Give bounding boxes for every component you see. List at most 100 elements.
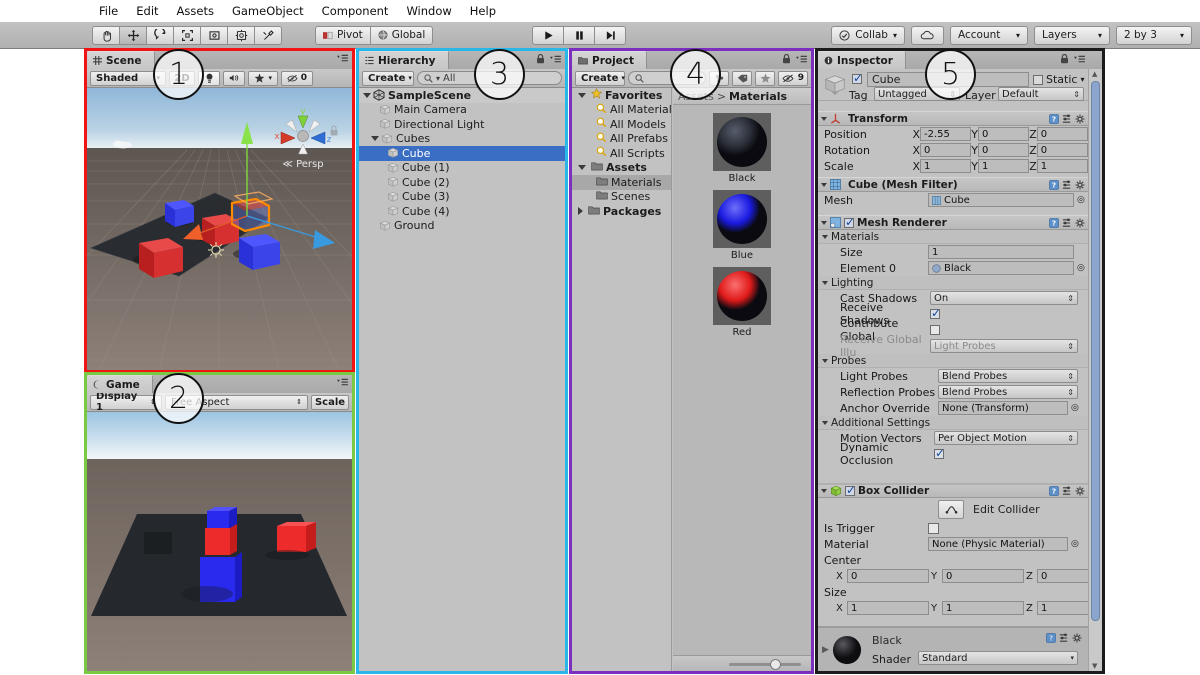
scale-tool-button[interactable] — [173, 25, 201, 45]
project-tree-item-scenes[interactable]: Scenes — [572, 190, 671, 205]
lighting-foldout-icon[interactable] — [822, 280, 828, 285]
asset-item[interactable]: Blue — [673, 190, 811, 261]
hierarchy-item-samplescene[interactable]: SampleScene — [359, 88, 565, 103]
hierarchy-item-cube-2[interactable]: Cube (2) — [359, 175, 565, 190]
material-size-input[interactable]: 1 — [928, 245, 1074, 259]
hierarchy-tree[interactable]: SampleScene Main Camera Directional Light C… — [359, 88, 565, 233]
dynamic-occlusion-checkbox[interactable] — [934, 446, 945, 460]
inspector-scroll-thumb[interactable] — [1091, 81, 1100, 621]
edit-collider-button[interactable] — [938, 499, 964, 519]
static-toggle[interactable]: Static ▾ — [1033, 73, 1084, 86]
anchor-override-picker-icon[interactable]: ◎ — [1071, 403, 1079, 413]
box-collider-component-icons[interactable]: ? — [1049, 486, 1085, 496]
hierarchy-item-directional-light[interactable]: Directional Light — [359, 117, 565, 132]
project-tree-item-assets[interactable]: Assets — [572, 161, 671, 176]
material-preview-icons[interactable]: ? — [1046, 633, 1082, 643]
play-button[interactable] — [532, 25, 564, 45]
scene-view[interactable]: y x z ≪ Persp — [87, 88, 352, 370]
layout-button[interactable]: 2 by 3 ▾ — [1116, 25, 1192, 45]
menu-item-window[interactable]: Window — [397, 0, 460, 22]
reflection-probes-dropdown[interactable]: Blend Probes ⇕ — [938, 385, 1078, 399]
transform-position-y-input[interactable]: 0 — [977, 127, 1030, 141]
tab-hierarchy[interactable]: Hierarchy — [359, 51, 449, 69]
cloud-button[interactable] — [911, 25, 944, 45]
game-view[interactable] — [87, 412, 352, 671]
mesh-renderer-header[interactable]: Mesh Renderer ? — [818, 215, 1088, 230]
inspector-tab-controls[interactable] — [1060, 54, 1086, 64]
transform-tool-button[interactable] — [227, 25, 255, 45]
move-tool-button[interactable] — [119, 25, 147, 45]
project-tree-item-all-prefabs[interactable]: All Prefabs — [572, 132, 671, 147]
cast-shadows-dropdown[interactable]: On ⇕ — [930, 291, 1078, 305]
asset-thumbnail[interactable] — [713, 190, 771, 248]
pivot-button[interactable]: Pivot — [315, 25, 371, 45]
additional-settings-foldout-icon[interactable] — [822, 420, 828, 425]
asset-grid[interactable]: Black Blue Red — [673, 105, 811, 338]
transform-rotation-x-input[interactable]: 0 — [920, 143, 972, 157]
material-element0-picker-icon[interactable]: ◎ — [1077, 263, 1085, 273]
hierarchy-item-ground[interactable]: Ground — [359, 219, 565, 234]
scale-slider[interactable]: Scale — [311, 394, 349, 410]
size-y-input[interactable]: 1 — [942, 601, 1024, 615]
shader-dropdown[interactable]: Standard ▾ — [918, 651, 1078, 665]
menu-item-component[interactable]: Component — [313, 0, 398, 22]
probes-foldout[interactable]: Probes — [818, 354, 1088, 368]
size-x-input[interactable]: 1 — [847, 601, 929, 615]
asset-zoom-slider[interactable] — [673, 655, 811, 671]
project-tree-item-all-scripts[interactable]: All Scripts — [572, 146, 671, 161]
material-preview-foldout-icon[interactable]: ▶ — [822, 645, 829, 655]
rect-tool-button[interactable] — [200, 25, 228, 45]
scene-fx-dropdown[interactable]: ▾ — [248, 70, 278, 86]
project-tree-item-materials[interactable]: Materials — [572, 175, 671, 190]
transform-position-z-input[interactable]: 0 — [1036, 127, 1088, 141]
materials-foldout-icon[interactable] — [822, 234, 828, 239]
lighting-foldout[interactable]: Lighting — [818, 276, 1088, 290]
transform-foldout-icon[interactable] — [821, 116, 827, 121]
scene-hidden-objects[interactable]: 0 — [281, 70, 313, 86]
hierarchy-tab-controls[interactable] — [536, 54, 562, 64]
hierarchy-item-cube-1[interactable]: Cube (1) — [359, 161, 565, 176]
project-tree[interactable]: Favorites All Material All Models All Prefa… — [572, 88, 672, 671]
transform-rotation-z-input[interactable]: 0 — [1036, 143, 1088, 157]
rotate-tool-button[interactable] — [146, 25, 174, 45]
mesh-filter-header[interactable]: Cube (Mesh Filter) ? — [818, 177, 1088, 192]
project-tab-controls[interactable] — [782, 54, 808, 64]
collab-button[interactable]: Collab ▾ — [831, 25, 905, 45]
transform-rows[interactable]: Position X -2.55 Y 0 Z 0 Rotation X 0 Y 0 Z 0 Scale X 1 Y… — [818, 126, 1088, 174]
static-checkbox[interactable] — [1033, 74, 1043, 85]
project-tree-item-favorites[interactable]: Favorites — [572, 88, 671, 103]
menu-item-edit[interactable]: Edit — [127, 0, 167, 22]
asset-item[interactable]: Black — [673, 113, 811, 184]
probes-foldout-icon[interactable] — [822, 358, 828, 363]
physic-material-field[interactable]: None (Physic Material) — [928, 537, 1068, 551]
mesh-filter-component-icons[interactable]: ? — [1049, 179, 1085, 190]
tab-game[interactable]: Game — [87, 375, 153, 393]
mesh-object-field[interactable]: Cube — [928, 193, 1074, 207]
expand-triangle-icon[interactable] — [578, 165, 586, 171]
hierarchy-item-cube-4[interactable]: Cube (4) — [359, 204, 565, 219]
contribute-gi-checkbox[interactable] — [930, 325, 940, 335]
project-tree-item-all-models[interactable]: All Models — [572, 117, 671, 132]
project-label-filter[interactable] — [732, 70, 752, 86]
transform-rotation-y-input[interactable]: 0 — [977, 143, 1030, 157]
materials-foldout[interactable]: Materials — [818, 230, 1088, 244]
global-button[interactable]: Global — [369, 25, 434, 45]
hierarchy-create-button[interactable]: Create ▾ — [362, 70, 414, 86]
transform-position-x-input[interactable]: -2.55 — [920, 127, 972, 141]
project-favorite-filter[interactable] — [755, 70, 775, 86]
physic-material-picker-icon[interactable]: ◎ — [1071, 539, 1079, 549]
project-asset-browser[interactable]: Assets > Materials BlackBlueRed — [673, 88, 811, 671]
mesh-renderer-foldout-icon[interactable] — [821, 220, 827, 225]
hierarchy-item-cube[interactable]: Cube — [359, 146, 565, 161]
tab-project[interactable]: Project — [572, 51, 648, 69]
light-probes-dropdown[interactable]: Blend Probes ⇕ — [938, 369, 1078, 383]
display-dropdown[interactable]: Display 1 ⇕ — [90, 391, 162, 413]
gameobject-enabled-checkbox[interactable] — [852, 71, 863, 85]
project-create-button[interactable]: Create ▾ — [575, 70, 625, 86]
step-button[interactable] — [594, 25, 626, 45]
center-y-input[interactable]: 0 — [942, 569, 1024, 583]
collider-center-xyz[interactable]: X 0 Y 0 Z 0 — [824, 569, 1099, 583]
mesh-picker-icon[interactable]: ◎ — [1077, 195, 1085, 205]
asset-item[interactable]: Red — [673, 267, 811, 338]
anchor-override-field[interactable]: None (Transform) — [938, 401, 1068, 415]
